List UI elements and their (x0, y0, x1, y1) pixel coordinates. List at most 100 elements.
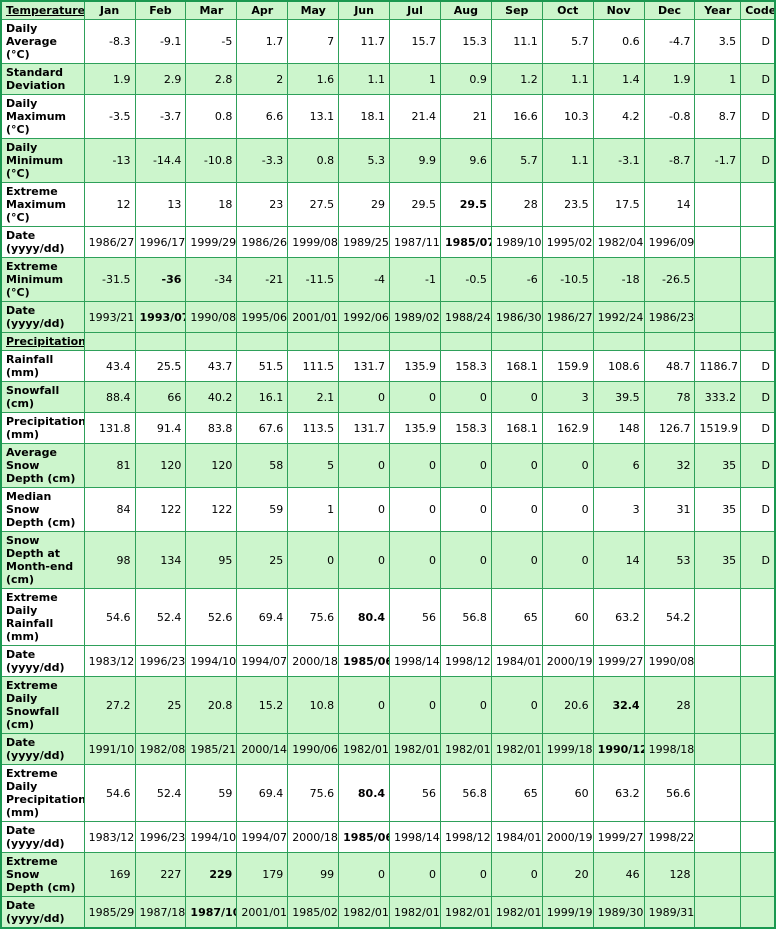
data-cell: 131.8 (83, 412, 136, 444)
data-cell: 1.7 (236, 19, 289, 64)
data-cell: 1998/14 (389, 821, 441, 853)
data-cell: 59 (185, 764, 238, 822)
data-cell: 63.2 (592, 588, 645, 646)
data-cell: 1987/11 (389, 226, 441, 258)
column-header-code: Code (740, 0, 776, 20)
table-row: Extreme Daily Precipitation (mm) 54.6 52.4… (0, 764, 776, 822)
data-cell: 29.5 (439, 182, 492, 227)
code-cell: D (740, 412, 776, 444)
data-cell: 1999/27 (592, 821, 645, 853)
data-cell: 1989/10 (490, 226, 543, 258)
data-cell: 1982/01+ (490, 896, 543, 929)
data-cell: -8.3 (83, 19, 136, 64)
data-cell: 148 (592, 412, 645, 444)
data-cell: 0 (541, 531, 594, 589)
data-cell: -4.7 (643, 19, 696, 64)
data-cell: 11.7 (338, 19, 391, 64)
data-cell: 35 (694, 487, 742, 532)
data-cell: 21 (439, 94, 492, 139)
column-header-mar: Mar (185, 0, 238, 20)
data-cell: -3.1 (592, 138, 645, 183)
data-cell (694, 896, 742, 929)
data-cell: 1986/26 (236, 226, 289, 258)
data-cell: 39.5 (592, 381, 645, 413)
data-cell: 1982/01+ (338, 733, 391, 765)
data-cell: -10.5 (541, 257, 594, 302)
data-cell: 168.1 (490, 412, 543, 444)
data-cell: 1999/29 (185, 226, 238, 258)
data-cell: 11.1 (490, 19, 543, 64)
row-label: Date (yyyy/dd) (0, 226, 85, 258)
row-label: Median Snow Depth (cm) (0, 487, 85, 532)
data-cell: 0 (490, 443, 543, 488)
data-cell: 1982/01+ (338, 896, 391, 929)
data-cell: 1982/01+ (439, 733, 492, 765)
data-cell: 1993/07 (134, 301, 187, 333)
data-cell (694, 821, 742, 853)
data-cell: 29.5 (389, 182, 441, 227)
data-cell: 3.5 (694, 19, 742, 64)
data-cell: 2.1 (287, 381, 340, 413)
data-cell: 28 (490, 182, 543, 227)
data-cell: 1986/30 (490, 301, 543, 333)
code-cell: D (740, 19, 776, 64)
section-header-precipitation: Precipitation: (0, 332, 85, 351)
data-cell: 158.3 (439, 350, 492, 382)
data-cell: 95 (185, 531, 238, 589)
data-cell: 56 (389, 764, 441, 822)
row-label: Date (yyyy/dd) (0, 645, 85, 677)
row-label: Precipitation (mm) (0, 412, 85, 444)
data-cell: -6 (490, 257, 543, 302)
data-cell: 63.2 (592, 764, 645, 822)
table-row: Daily Minimum (°C) -13 -14.4 -10.8 -3.3 0.8 5.… (0, 138, 776, 183)
data-cell: 5.3 (338, 138, 391, 183)
data-cell: -14.4 (134, 138, 187, 183)
data-cell: -21 (236, 257, 289, 302)
code-cell (740, 764, 776, 822)
data-cell: 1985/07+ (439, 226, 492, 258)
row-label: Daily Maximum (°C) (0, 94, 85, 139)
data-cell (694, 182, 742, 227)
data-cell: 88.4 (83, 381, 136, 413)
data-cell: 2000/19 (541, 645, 594, 677)
data-cell: 1990/06 (287, 733, 340, 765)
data-cell: 1987/10 (185, 896, 238, 929)
data-cell: 1994/10 (185, 645, 238, 677)
row-label: Extreme Snow Depth (cm) (0, 852, 85, 897)
data-cell: 58 (236, 443, 289, 488)
data-cell: 1.4 (592, 63, 645, 95)
data-cell: 1984/01 (490, 821, 543, 853)
code-cell (740, 896, 776, 929)
data-cell: 18 (185, 182, 238, 227)
data-cell: 18.1 (338, 94, 391, 139)
data-cell: 1985/06 (338, 821, 391, 853)
data-cell: 134 (134, 531, 187, 589)
data-cell: 1999/18 (541, 733, 594, 765)
table-row: Extreme Maximum (°C) 12 13 18 23 27.5 29 29.5 29… (0, 182, 776, 227)
data-cell: 0 (490, 381, 543, 413)
data-cell: 0 (541, 487, 594, 532)
data-cell: 75.6 (287, 764, 340, 822)
data-cell: 0.8 (287, 138, 340, 183)
data-cell (694, 301, 742, 333)
data-cell: 1989/02+ (389, 301, 441, 333)
data-cell (694, 676, 742, 734)
data-cell: 1.6 (287, 63, 340, 95)
data-cell: -1.7 (694, 138, 742, 183)
data-cell: 6.6 (236, 94, 289, 139)
data-cell: 3 (592, 487, 645, 532)
data-cell: -34 (185, 257, 238, 302)
data-cell: 1.2 (490, 63, 543, 95)
section-fill-cell (643, 332, 696, 351)
code-cell: D (740, 63, 776, 95)
row-label: Snowfall (cm) (0, 381, 85, 413)
data-cell: 1994/10 (185, 821, 238, 853)
data-cell: 52.4 (134, 588, 187, 646)
data-cell: 0 (490, 531, 543, 589)
row-label: Date (yyyy/dd) (0, 821, 85, 853)
data-cell: 1.1 (541, 63, 594, 95)
table-header-row: Temperature: Jan Feb Mar Apr May Jun Jul Aug Sep O… (0, 0, 776, 20)
data-cell: 1998/22 (643, 821, 696, 853)
climate-data-table: Temperature: Jan Feb Mar Apr May Jun Jul Aug Sep O… (0, 0, 776, 929)
code-cell (740, 645, 776, 677)
